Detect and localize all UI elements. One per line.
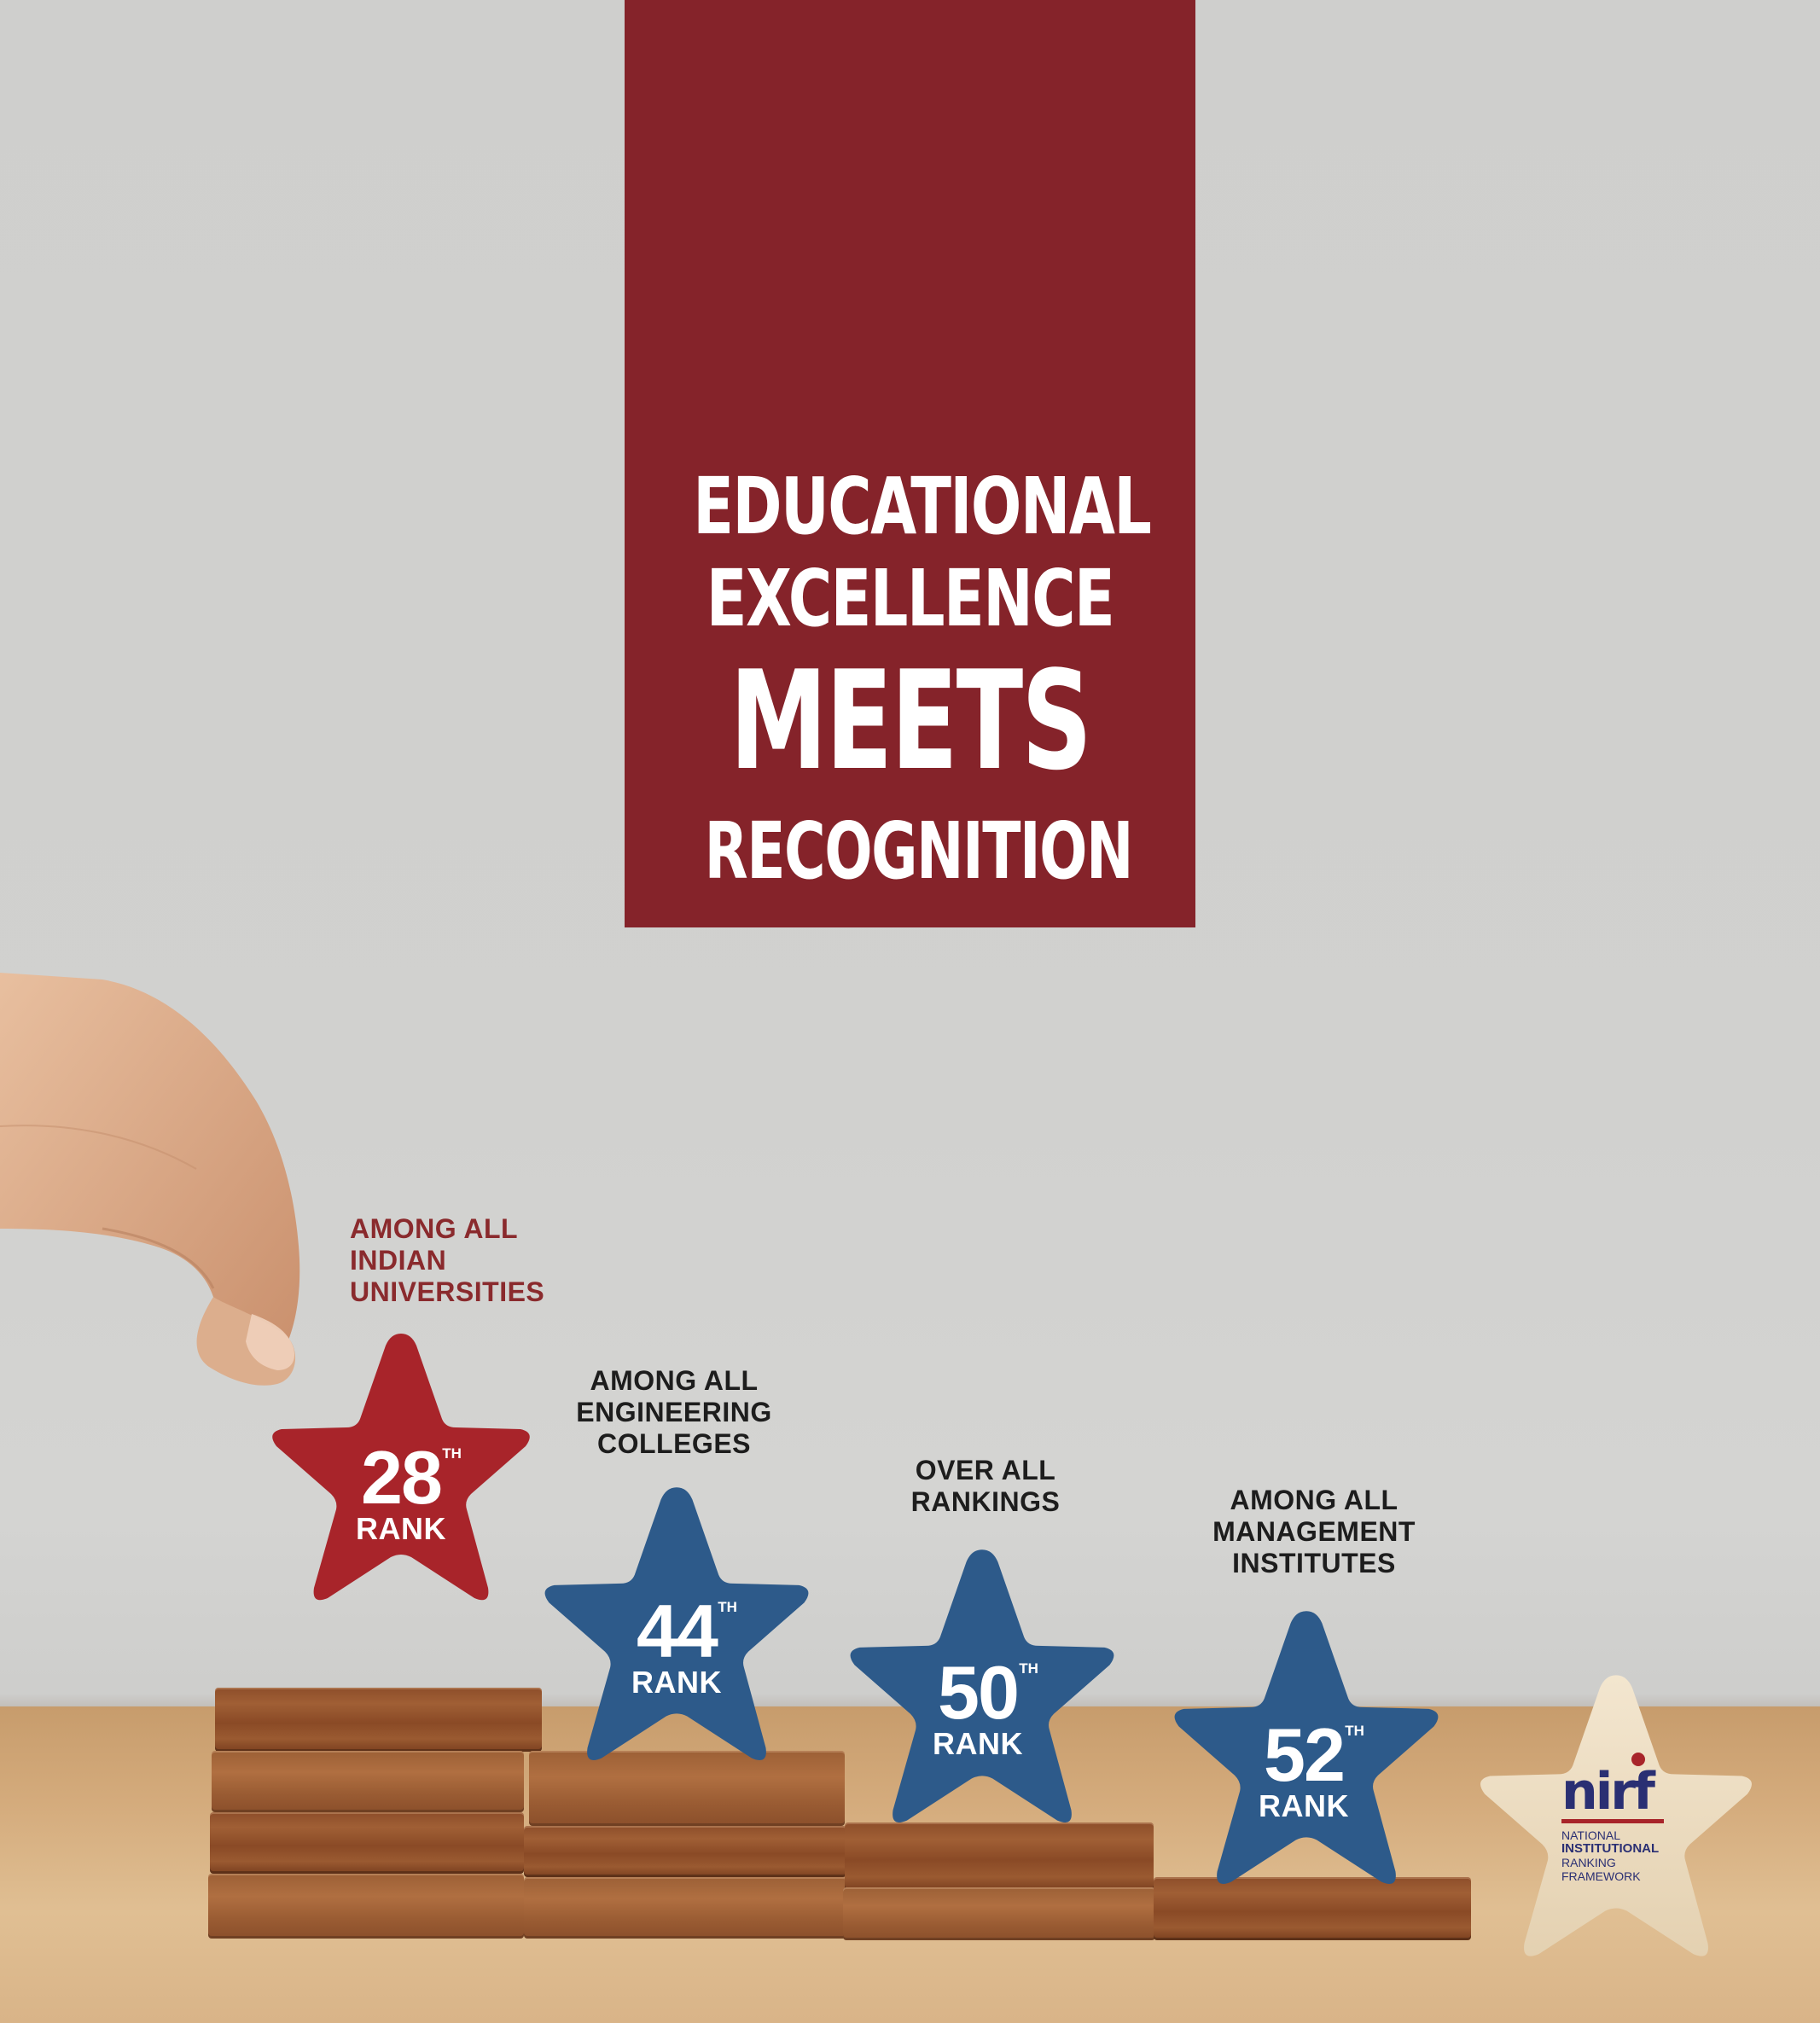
nirf-logo-text: nirf [1561, 1762, 1655, 1822]
step-3-row-2 [843, 1887, 1155, 1940]
nirf-line-2: INSTITUTIONAL [1561, 1841, 1660, 1856]
headline-line-4: RECOGNITION [704, 805, 1134, 897]
rank-suffix: TH [442, 1445, 462, 1462]
rank-number: 44 [637, 1589, 718, 1673]
headline-line-3: MEETS [730, 641, 1092, 800]
rank-number: 50 [938, 1650, 1020, 1735]
headline-line-2: EXCELLENCE [706, 553, 1115, 644]
rank-label-44: 44 TH RANK [591, 1594, 762, 1698]
nirf-dot-icon [1631, 1753, 1645, 1766]
caption-overall: OVER ALL RANKINGS [910, 1455, 1061, 1517]
step-2-row-3 [524, 1877, 846, 1939]
nirf-line-3: RANKING [1561, 1856, 1616, 1869]
rank-suffix: TH [1345, 1723, 1364, 1739]
headline-banner: EDUCATIONAL EXCELLENCE MEETS RECOGNITION [625, 0, 1195, 927]
caption-universities: AMONG ALL INDIAN UNIVERSITIES [350, 1213, 545, 1307]
rank-label-50: 50 TH RANK [893, 1655, 1063, 1759]
step-1-row-4 [208, 1874, 524, 1939]
rank-label-52: 52 TH RANK [1218, 1718, 1389, 1822]
rank-label-28: 28 TH RANK [316, 1440, 486, 1544]
step-1-row-3 [210, 1812, 524, 1874]
nirf-line-4: FRAMEWORK [1561, 1869, 1641, 1883]
caption-management: AMONG ALL MANAGEMENT INSTITUTES [1212, 1485, 1416, 1578]
rank-number: 28 [361, 1435, 443, 1520]
nirf-logo: nirf NATIONAL INSTITUTIONAL RANKING FRAM… [1561, 1766, 1681, 1883]
headline-line-1: EDUCATIONAL [693, 461, 1152, 552]
step-3-top [845, 1822, 1154, 1891]
nirf-line-1: NATIONAL [1561, 1828, 1620, 1842]
step-1-row-2 [212, 1751, 524, 1812]
step-2-row-2 [524, 1826, 846, 1877]
caption-engineering: AMONG ALL ENGINEERING COLLEGES [576, 1365, 772, 1459]
step-1-top [215, 1688, 542, 1752]
rank-number: 52 [1264, 1712, 1346, 1797]
rank-suffix: TH [718, 1599, 737, 1615]
rank-suffix: TH [1019, 1660, 1038, 1677]
